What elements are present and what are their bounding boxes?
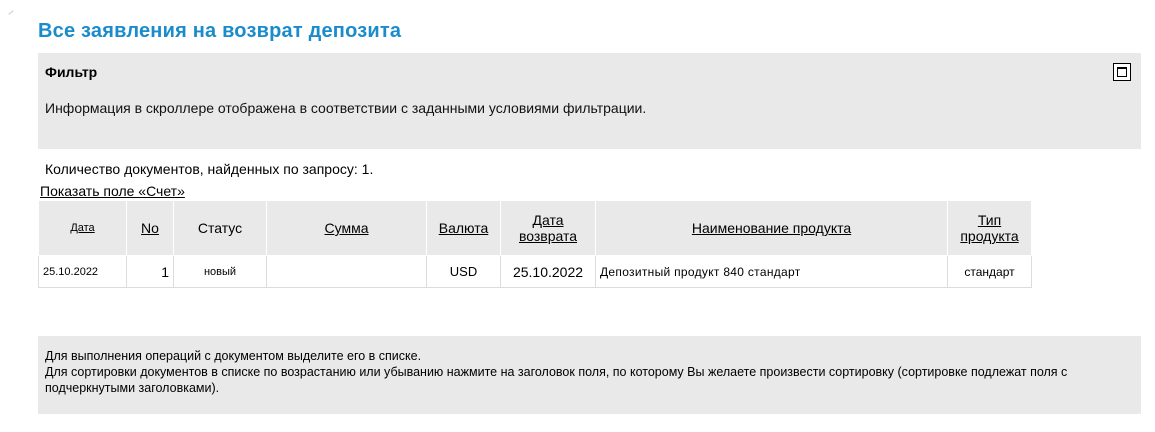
cell-product-name: Депозитный продукт 840 стандарт: [595, 255, 948, 288]
column-header-return-date-line2: возврата: [518, 228, 578, 244]
window-maximize-icon: [1117, 67, 1127, 77]
document-count: Количество документов, найденных по запр…: [45, 161, 373, 177]
help-text-select: Для выполнения операций с документом выд…: [45, 349, 422, 363]
column-header-product-type-line1: Тип: [977, 212, 1002, 228]
cell-product-type: стандарт: [947, 255, 1032, 288]
cell-return-date: 25.10.2022: [500, 255, 596, 288]
column-header-return-date[interactable]: Дата возврата: [500, 200, 596, 256]
show-account-field-link[interactable]: Показать поле «Счет»: [40, 183, 185, 199]
table-row[interactable]: 25.10.2022 1 новый USD 25.10.2022 Депози…: [38, 255, 1032, 288]
filter-expand-button[interactable]: [1113, 63, 1131, 81]
help-panel: Для выполнения операций с документом выд…: [38, 336, 1141, 414]
column-header-date[interactable]: Дата: [38, 200, 127, 256]
cell-status: новый: [173, 255, 267, 288]
filter-info-text: Информация в скроллере отображена в соот…: [45, 100, 647, 116]
cell-sum: [266, 255, 427, 288]
column-header-sum[interactable]: Сумма: [266, 200, 427, 256]
corner-mark: [8, 10, 14, 15]
column-header-return-date-line1: Дата: [532, 212, 564, 228]
document-count-value: 1.: [361, 161, 374, 177]
page-title: Все заявления на возврат депозита: [38, 20, 402, 42]
filter-panel: Фильтр Информация в скроллере отображена…: [38, 53, 1141, 149]
table-header-row: Дата No Статус Сумма Валюта Дата возврат…: [38, 200, 1032, 256]
column-header-product-type[interactable]: Тип продукта: [947, 200, 1032, 256]
document-count-label: Количество документов, найденных по запр…: [45, 161, 358, 177]
filter-title: Фильтр: [45, 64, 98, 80]
column-header-no[interactable]: No: [126, 200, 174, 256]
column-header-product-name[interactable]: Наименование продукта: [595, 200, 948, 256]
cell-no: 1: [126, 255, 174, 288]
column-header-product-type-line2: продукта: [960, 228, 1019, 244]
cell-currency: USD: [426, 255, 501, 288]
documents-table: Дата No Статус Сумма Валюта Дата возврат…: [38, 200, 1032, 288]
help-text-sorting: Для сортировки документов в списке по во…: [45, 365, 1068, 395]
column-header-currency[interactable]: Валюта: [426, 200, 501, 256]
cell-date: 25.10.2022: [38, 255, 127, 288]
column-header-status: Статус: [173, 200, 267, 256]
